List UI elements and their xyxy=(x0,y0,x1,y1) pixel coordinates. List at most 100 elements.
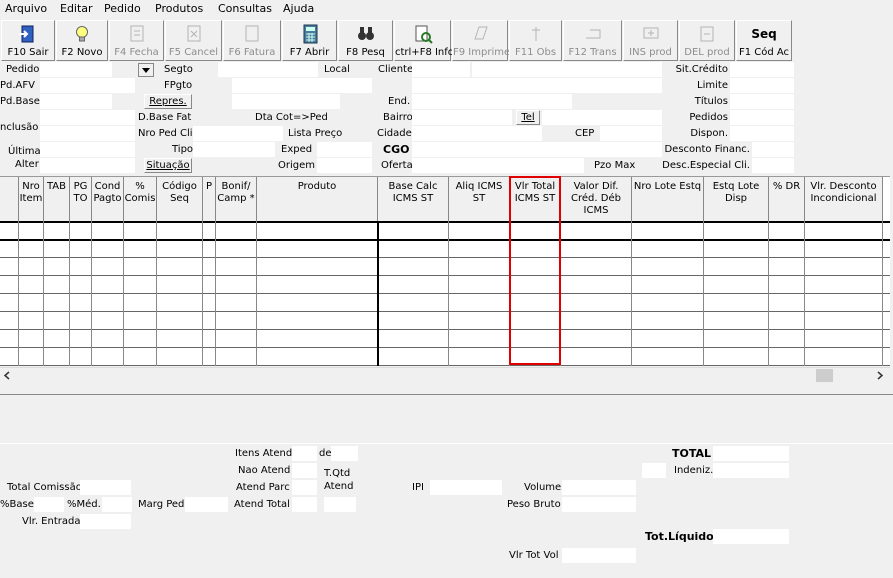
menu-editar[interactable]: Editar xyxy=(60,2,93,15)
col-valor-dif-cred-deb-icms[interactable]: Valor Dif. Créd. Déb ICMS xyxy=(561,177,632,221)
col-vlr-total-icms-st[interactable]: Vlr Total ICMS ST xyxy=(510,177,561,221)
limite-field[interactable] xyxy=(730,78,794,93)
trans-button[interactable]: F12 Trans xyxy=(563,20,622,61)
sair-button[interactable]: F10 Sair xyxy=(1,20,55,61)
atend-total-field[interactable] xyxy=(292,497,317,512)
desc-especial-cli-field[interactable] xyxy=(752,158,794,173)
repres-button[interactable]: Repres. xyxy=(144,94,192,109)
titulos-field[interactable] xyxy=(730,94,794,109)
dispon-field[interactable] xyxy=(730,126,794,141)
tel-field[interactable] xyxy=(542,110,662,125)
total-comissao-field[interactable] xyxy=(80,480,131,495)
fpgto-field[interactable] xyxy=(232,78,372,93)
col-nro-item[interactable]: Nro Item xyxy=(19,177,44,221)
menu-produtos[interactable]: Produtos xyxy=(155,2,203,15)
menu-consultas[interactable]: Consultas xyxy=(218,2,272,15)
novo-button[interactable]: F2 Novo xyxy=(56,20,108,61)
bairro-field[interactable] xyxy=(412,110,512,125)
grid-row-separator xyxy=(0,329,890,330)
nao-atend-field[interactable] xyxy=(292,463,317,478)
cgo-field[interactable] xyxy=(412,142,662,157)
inclusao-field[interactable] xyxy=(40,110,135,125)
cep-field[interactable] xyxy=(600,126,662,141)
pedido-field[interactable] xyxy=(40,62,112,77)
total-field[interactable] xyxy=(713,446,789,461)
cancel-button[interactable]: F5 Cancel xyxy=(165,20,222,61)
inclusao-time-field[interactable] xyxy=(40,126,135,141)
nro-ped-cli-field[interactable] xyxy=(193,126,283,141)
itens-atend-field[interactable] xyxy=(292,446,317,461)
itens-total-field[interactable] xyxy=(331,446,358,461)
pct-base-field[interactable] xyxy=(34,497,64,512)
col-tab[interactable]: TAB xyxy=(44,177,70,221)
origem-field[interactable] xyxy=(317,158,372,173)
exped-field[interactable] xyxy=(317,142,372,157)
pd-base-label: Pd.Base xyxy=(0,96,40,107)
col-p[interactable]: P xyxy=(203,177,216,221)
ipi-field[interactable] xyxy=(430,480,502,495)
desconto-financ-field[interactable] xyxy=(752,142,794,157)
col-nro-lote-estq[interactable]: Nro Lote Estq xyxy=(632,177,704,221)
situacao-button[interactable]: Situação xyxy=(144,158,192,173)
fecha-button[interactable]: F4 Fecha xyxy=(109,20,164,61)
pd-base-field[interactable] xyxy=(40,94,112,109)
menu-arquivo[interactable]: Arquivo xyxy=(5,2,47,15)
items-grid[interactable]: Nro Item TAB PG TO Cond Pagto % Comis Có… xyxy=(0,176,890,366)
oferta-field[interactable] xyxy=(412,158,584,173)
scroll-right-icon[interactable] xyxy=(876,371,884,380)
col-vlr-desconto-incondicional[interactable]: Vlr. Desconto Incondicional xyxy=(805,177,883,221)
t-qtd-atend-field[interactable] xyxy=(324,497,356,512)
col-produto[interactable]: Produto xyxy=(257,177,378,221)
cliente-code-field[interactable] xyxy=(412,62,470,77)
cliente-label: Cliente xyxy=(378,64,414,75)
scroll-left-icon[interactable] xyxy=(3,371,11,380)
indeniz-field[interactable] xyxy=(713,463,789,478)
col-bonif-camp[interactable]: Bonif/ Camp * xyxy=(216,177,257,221)
grid-horizontal-scrollbar[interactable] xyxy=(0,367,890,382)
segto-field[interactable] xyxy=(218,62,318,77)
ins-prod-button[interactable]: INS prod xyxy=(623,20,678,61)
ultima-alter-field[interactable] xyxy=(40,142,135,157)
ultima-alter-time-field[interactable] xyxy=(40,158,135,173)
scroll-thumb[interactable] xyxy=(816,369,833,382)
menu-pedido[interactable]: Pedido xyxy=(104,2,141,15)
pedidos-field[interactable] xyxy=(730,110,794,125)
imprime-button[interactable]: F9 Imprime xyxy=(452,20,510,61)
tel-button[interactable]: Tel xyxy=(516,110,540,125)
cod-ac-button[interactable]: Seq F1 Cód Ac xyxy=(736,20,792,61)
col-codigo-seq[interactable]: Código Seq xyxy=(157,177,203,221)
col-cond-pagto[interactable]: Cond Pagto xyxy=(92,177,124,221)
pd-afv-field[interactable] xyxy=(40,78,135,93)
info-button[interactable]: ctrl+F8 Info xyxy=(394,20,454,61)
cliente-info-field[interactable] xyxy=(412,78,662,93)
pesq-button[interactable]: F8 Pesq xyxy=(338,20,393,61)
cidade-field[interactable] xyxy=(412,126,542,141)
vlr-tot-vol-field[interactable] xyxy=(562,548,636,563)
col-dr[interactable]: % DR xyxy=(769,177,805,221)
peso-bruto-field[interactable] xyxy=(562,497,636,512)
pct-med-field[interactable] xyxy=(102,497,132,512)
obs-button[interactable]: F11 Obs xyxy=(509,20,562,61)
pedido-dropdown[interactable] xyxy=(138,63,154,77)
repres-field[interactable] xyxy=(232,94,340,109)
abrir-button[interactable]: F7 Abrir xyxy=(282,20,337,61)
end-field[interactable] xyxy=(412,94,572,109)
col-base-calc-icms-st[interactable]: Base Calc ICMS ST xyxy=(378,177,449,221)
col-estq-lote-disp[interactable]: Estq Lote Disp xyxy=(704,177,769,221)
tipo-field[interactable] xyxy=(193,142,275,157)
volume-field[interactable] xyxy=(562,480,636,495)
col-pg-to[interactable]: PG TO xyxy=(70,177,92,221)
pzo-max-label: Pzo Max xyxy=(594,160,636,171)
cliente-name-field[interactable] xyxy=(472,62,662,77)
fatura-button[interactable]: F6 Fatura xyxy=(223,20,281,61)
col-comis[interactable]: % Comis xyxy=(124,177,157,221)
sit-credito-field[interactable] xyxy=(730,62,794,77)
col-aliq-icms-st[interactable]: Aliq ICMS ST xyxy=(449,177,510,221)
marg-ped-field[interactable] xyxy=(185,497,228,512)
vlr-entrada-field[interactable] xyxy=(80,514,131,529)
menu-ajuda[interactable]: Ajuda xyxy=(283,2,314,15)
atend-parc-field[interactable] xyxy=(292,480,317,495)
tot-liquido-field[interactable] xyxy=(713,529,789,544)
del-prod-button[interactable]: DEL prod xyxy=(679,20,735,61)
indeniz-flag-field[interactable] xyxy=(642,463,666,478)
